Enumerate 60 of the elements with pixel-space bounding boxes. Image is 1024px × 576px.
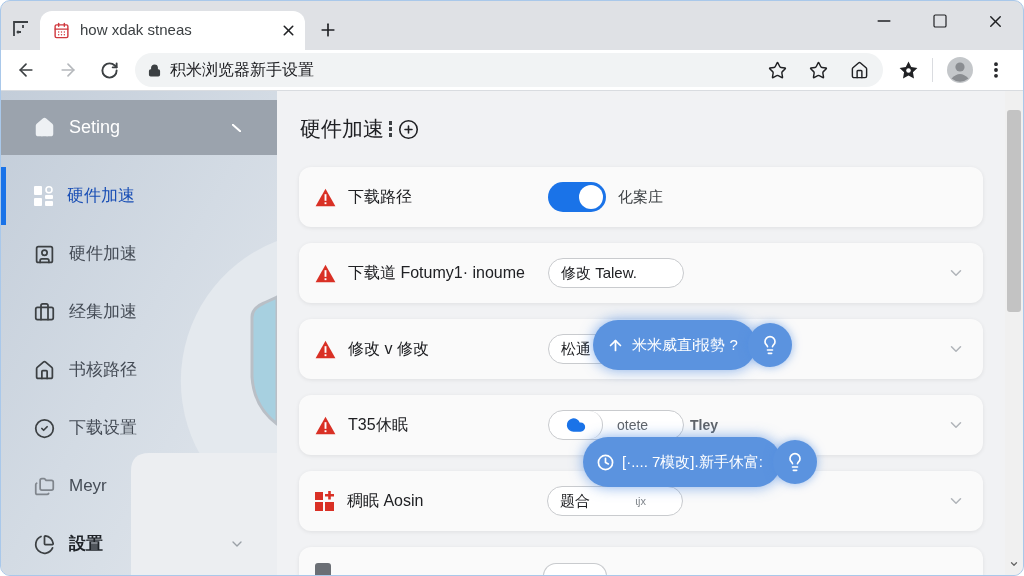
briefcase-icon <box>34 301 55 323</box>
sidebar-title: Seting <box>69 116 121 139</box>
cloud-icon <box>565 415 586 435</box>
url-text: 积米浏览器新手设置 <box>170 60 314 80</box>
collapse-mark-icon[interactable] <box>232 123 241 132</box>
sidebar-item[interactable]: 設置 <box>1 515 277 573</box>
calendar-icon <box>53 22 70 39</box>
option-label: otete <box>617 415 649 435</box>
browser-tab[interactable]: how xdak stneas <box>40 11 305 50</box>
tab-title: how xdak stneas <box>80 20 192 41</box>
toggle-switch[interactable] <box>548 182 606 212</box>
setting-label: 修改 v 修改 <box>348 339 430 359</box>
setting-label: 下载道 Fotumy1· inoume <box>348 263 526 283</box>
page-title: 硬件加速 <box>300 116 384 143</box>
warning-icon <box>315 187 336 207</box>
setting-label: 下载路径 <box>348 187 413 207</box>
scroll-down-icon[interactable] <box>1009 559 1019 569</box>
toggle-label: 化案庄 <box>618 186 663 207</box>
star-icon[interactable] <box>809 60 828 80</box>
reload-icon[interactable] <box>100 60 119 80</box>
sidebar-item[interactable]: Meyr <box>1 457 277 515</box>
box-icon <box>315 563 331 575</box>
scrollbar[interactable] <box>1005 91 1023 575</box>
star-icon[interactable] <box>768 60 787 80</box>
value-field[interactable]: 修改 Talew. <box>548 258 684 288</box>
warning-icon <box>315 339 336 359</box>
tooltip-text: [·.... 7模改].新手休富: <box>622 451 763 472</box>
sidebar-item[interactable]: 经集加速 <box>1 283 277 341</box>
tab-list-icon[interactable] <box>13 21 29 37</box>
segmented-control[interactable]: otete <box>548 410 684 440</box>
clock-icon <box>597 453 614 471</box>
check-circle-icon <box>34 417 55 439</box>
home-icon[interactable] <box>850 60 869 80</box>
setting-label: T35休眠 <box>348 415 409 435</box>
folders-icon <box>34 475 55 497</box>
setting-label: 稠眠 Aosin <box>347 491 425 511</box>
vertical-dots-icon <box>389 121 392 137</box>
pie-chart-icon <box>34 533 55 555</box>
extension-star-icon[interactable] <box>899 61 918 79</box>
option-label: Tley <box>690 415 718 435</box>
scrollbar-thumb[interactable] <box>1007 110 1021 312</box>
warning-icon <box>315 263 336 283</box>
tooltip-text: 米米威直i报勢 ? <box>632 334 738 355</box>
avatar-icon[interactable] <box>947 57 973 83</box>
sidebar-item[interactable]: 书核路径 <box>1 341 277 399</box>
lock-icon <box>148 63 161 77</box>
add-icon[interactable] <box>398 118 419 140</box>
sidebar-item[interactable]: 下载设置 <box>1 399 277 457</box>
home-icon <box>34 117 55 138</box>
warning-icon <box>315 415 336 435</box>
grid-icon <box>315 491 335 511</box>
home-icon <box>34 359 55 381</box>
address-bar[interactable]: 积米浏览器新手设置 <box>135 53 883 87</box>
value-field[interactable] <box>543 563 607 575</box>
user-card-icon <box>34 243 55 265</box>
value-field[interactable]: 题合 ɩjx <box>547 486 683 516</box>
grid-icon <box>34 186 53 206</box>
maximize-icon[interactable] <box>932 13 948 29</box>
sidebar-item[interactable]: 硬件加速 <box>1 225 277 283</box>
field-hint: ɩjx <box>635 493 646 509</box>
